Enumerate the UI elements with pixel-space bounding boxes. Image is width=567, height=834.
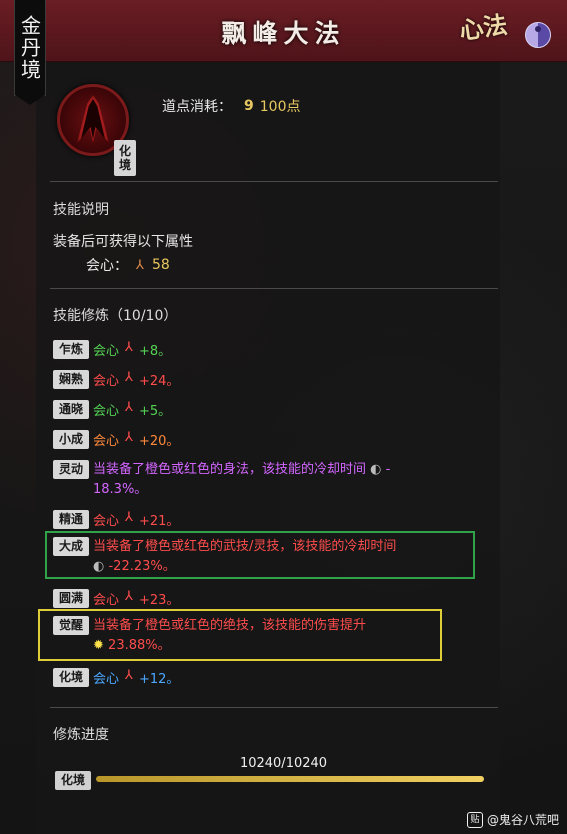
cooldown-icon: ◐ (93, 559, 105, 574)
row-value: +12。 (138, 672, 180, 687)
row-stat: 会心 (93, 672, 120, 687)
training-row: 精通 会心 ⅄ +21。 (53, 510, 179, 529)
crit-icon: ⅄ (136, 257, 144, 273)
progress-title: 修炼进度 (53, 727, 109, 743)
realm-label-text: 金丹境 (17, 14, 42, 81)
burst-icon: ✹ (93, 638, 104, 653)
realm-badge-top: 化 (118, 144, 131, 158)
stage-tag: 灵动 (53, 460, 89, 479)
crit-icon: ⅄ (125, 510, 133, 525)
stage-tag: 娴熟 (53, 370, 89, 389)
progress-fill (96, 776, 484, 782)
realm-badge: 化 境 (114, 140, 136, 176)
divider (50, 288, 498, 289)
category-emblem: 心法 (457, 9, 510, 46)
watermark: 贴 @鬼谷八荒吧 (466, 811, 559, 828)
taiji-icon[interactable] (525, 22, 551, 48)
cost-row: 道点消耗： 9 100点 (162, 96, 300, 116)
row-value: +21。 (138, 514, 180, 529)
effect-line-2: -22.23%。 (108, 559, 176, 574)
divider (50, 181, 498, 182)
watermark-text: @鬼谷八荒吧 (486, 813, 559, 827)
row-stat: 会心 (93, 434, 120, 449)
training-row: 通晓 会心 ⅄ +5。 (53, 400, 171, 419)
row-effect: 当装备了橙色或红色的绝技，该技能的伤害提升 ✹ 23.88%。 (93, 616, 366, 656)
stat-value: 58 (151, 257, 170, 273)
description-title: 技能说明 (53, 202, 109, 218)
cost-value: 100点 (259, 99, 301, 115)
training-title: 技能修炼（10/10） (53, 308, 178, 324)
progress-stage-tag: 化境 (55, 771, 91, 790)
training-row: 灵动 当装备了橙色或红色的身法，该技能的冷却时间 ◐ - 18.3%。 (53, 460, 390, 500)
crit-icon: ⅄ (125, 668, 133, 683)
stage-tag: 觉醒 (53, 616, 89, 635)
row-value: +8。 (138, 344, 172, 359)
training-row: 乍炼 会心 ⅄ +8。 (53, 340, 171, 359)
training-row: 大成 当装备了橙色或红色的武技/灵技，该技能的冷却时间 ◐ -22.23%。 (53, 537, 396, 577)
divider (50, 707, 498, 708)
row-stat: 会心 (93, 344, 120, 359)
effect-line-end: - (385, 462, 391, 477)
progress-value: 10240/10240 (239, 756, 328, 771)
title-banner: 飘峰大法 心法 (0, 0, 567, 62)
effect-line-2: 23.88%。 (108, 638, 171, 653)
crit-icon: ⅄ (125, 430, 133, 445)
effect-line-2: 18.3%。 (93, 482, 148, 497)
crit-icon: ⅄ (125, 400, 133, 415)
cost-label: 道点消耗： (162, 99, 232, 115)
stage-tag: 化境 (53, 668, 89, 687)
training-row: 圆满 会心 ⅄ +23。 (53, 589, 179, 608)
tieba-icon: 贴 (466, 811, 483, 828)
crit-icon: ⅄ (125, 370, 133, 385)
training-row: 化境 会心 ⅄ +12。 (53, 668, 179, 687)
row-effect: 当装备了橙色或红色的身法，该技能的冷却时间 ◐ - 18.3%。 (93, 460, 390, 500)
row-stat: 会心 (93, 514, 120, 529)
stage-tag: 圆满 (53, 589, 89, 608)
training-row: 小成 会心 ⅄ +20。 (53, 430, 179, 449)
row-value: +20。 (138, 434, 180, 449)
stage-tag: 乍炼 (53, 340, 89, 359)
row-value: +23。 (138, 593, 180, 608)
row-stat: 会心 (93, 404, 120, 419)
effect-line-1: 当装备了橙色或红色的绝技，该技能的伤害提升 (93, 618, 367, 633)
training-row: 觉醒 当装备了橙色或红色的绝技，该技能的伤害提升 ✹ 23.88%。 (53, 616, 366, 656)
effect-line-1: 当装备了橙色或红色的武技/灵技，该技能的冷却时间 (93, 539, 397, 554)
stage-tag: 小成 (53, 430, 89, 449)
cooldown-icon: ◐ (370, 462, 382, 477)
stat-label: 会心： (86, 258, 128, 274)
row-effect: 当装备了橙色或红色的武技/灵技，该技能的冷却时间 ◐ -22.23%。 (93, 537, 396, 577)
crit-icon: ⅄ (125, 589, 133, 604)
row-value: +5。 (138, 404, 172, 419)
realm-label: 金丹境 (14, 0, 46, 105)
row-value: +24。 (138, 374, 180, 389)
description-text: 装备后可获得以下属性 (53, 234, 193, 250)
dao-point-icon: 9 (244, 98, 254, 114)
progress-bar (96, 776, 484, 782)
stage-tag: 精通 (53, 510, 89, 529)
row-stat: 会心 (93, 593, 120, 608)
description-stat: 会心： ⅄ 58 (86, 255, 170, 275)
crit-icon: ⅄ (125, 340, 133, 355)
stage-tag: 大成 (53, 537, 89, 556)
training-row: 娴熟 会心 ⅄ +24。 (53, 370, 179, 389)
realm-badge-bottom: 境 (118, 158, 131, 172)
stage-tag: 通晓 (53, 400, 89, 419)
row-stat: 会心 (93, 374, 120, 389)
effect-line-1: 当装备了橙色或红色的身法，该技能的冷却时间 (93, 462, 367, 477)
